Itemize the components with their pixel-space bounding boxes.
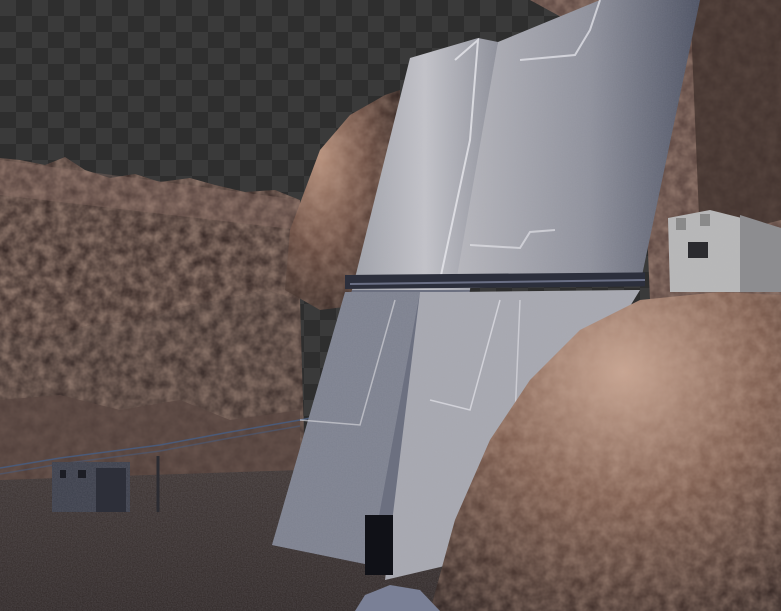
- small-bunker: [52, 462, 130, 512]
- render-viewport: [0, 0, 781, 611]
- rendered-scene: [0, 0, 781, 611]
- door-opening: [365, 515, 393, 575]
